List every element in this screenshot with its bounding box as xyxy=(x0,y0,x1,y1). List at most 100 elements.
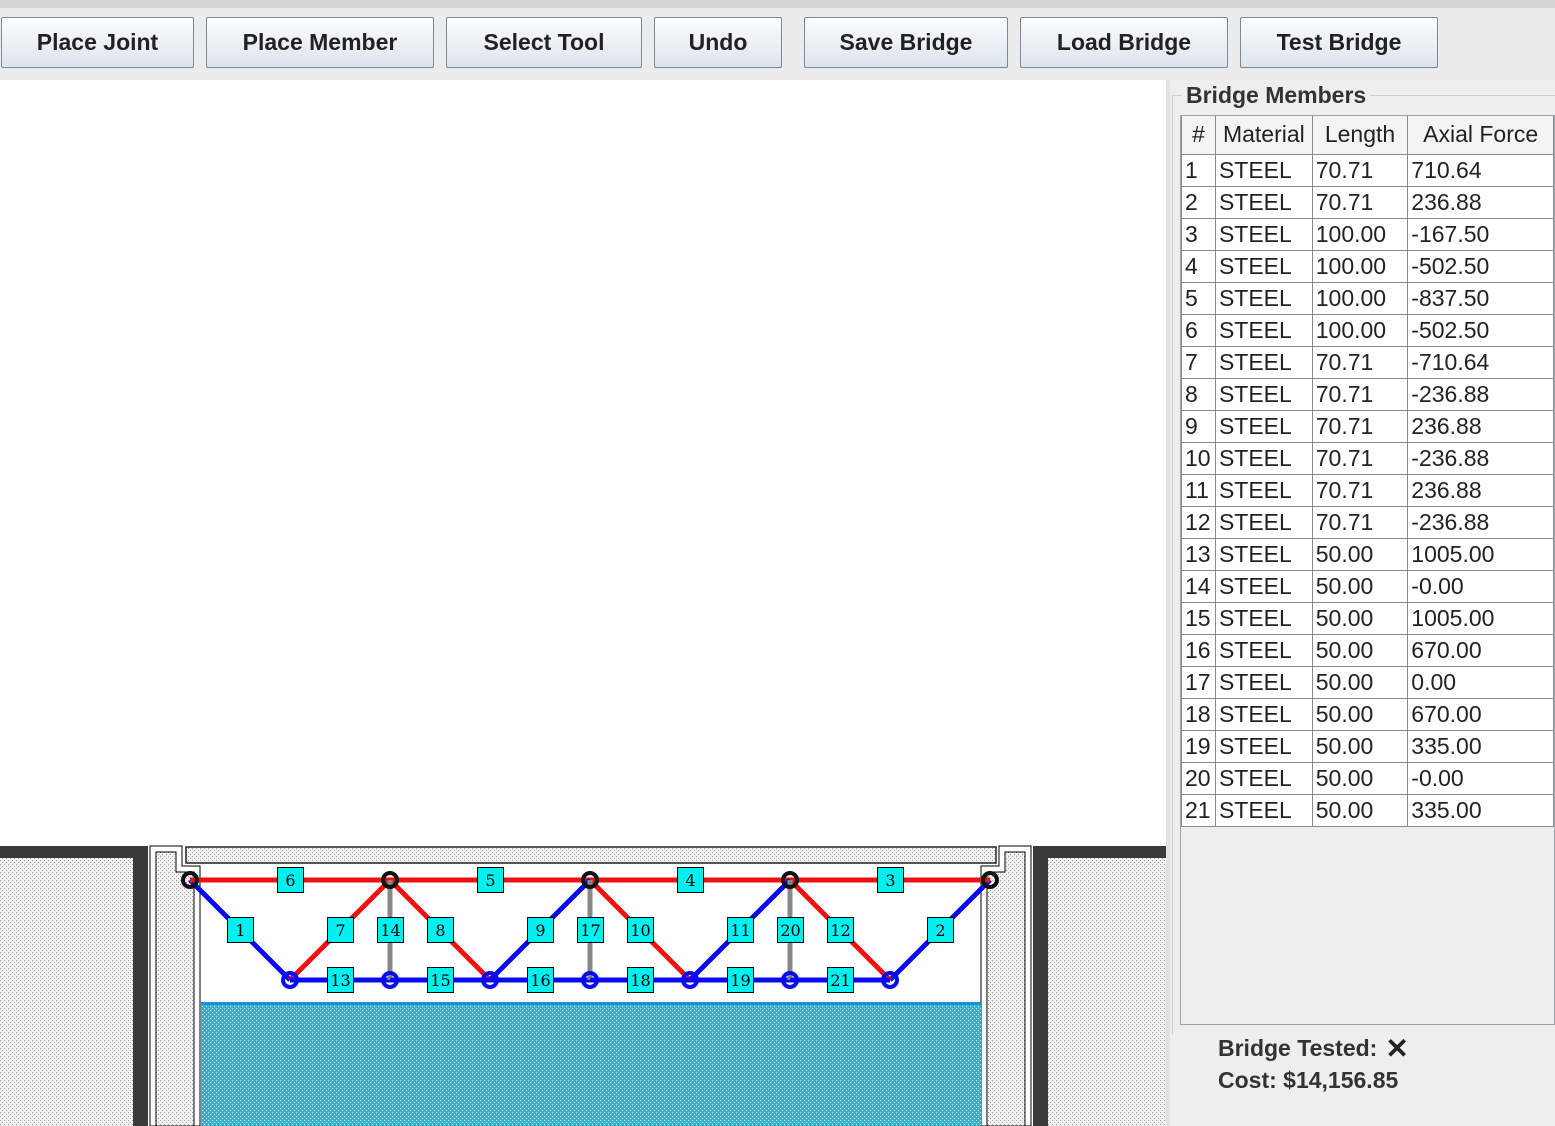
member-label[interactable]: 21 xyxy=(827,967,854,993)
table-cell[interactable]: 14 xyxy=(1181,569,1216,603)
table-row[interactable]: 5 STEEL 100.00 -837.50 xyxy=(1181,281,1554,315)
table-cell[interactable]: 335.00 xyxy=(1407,793,1554,827)
table-cell[interactable]: STEEL xyxy=(1214,729,1313,763)
table-row[interactable]: 13 STEEL 50.00 1005.00 xyxy=(1181,537,1554,571)
table-cell[interactable]: 4 xyxy=(1181,249,1216,283)
member-label[interactable]: 9 xyxy=(527,917,554,943)
member-label[interactable]: 10 xyxy=(627,917,654,943)
member-label[interactable]: 13 xyxy=(327,967,354,993)
table-cell[interactable]: -837.50 xyxy=(1407,281,1554,315)
table-cell[interactable]: 10 xyxy=(1181,441,1216,475)
table-cell[interactable]: STEEL xyxy=(1214,377,1313,411)
table-cell[interactable]: STEEL xyxy=(1214,793,1313,827)
member-label[interactable]: 5 xyxy=(477,867,504,893)
member-label[interactable]: 15 xyxy=(427,967,454,993)
table-cell[interactable]: 70.71 xyxy=(1311,345,1409,379)
select-tool-button[interactable]: Select Tool xyxy=(446,17,642,68)
table-cell[interactable]: 15 xyxy=(1181,601,1216,635)
table-cell[interactable]: STEEL xyxy=(1214,761,1313,795)
table-cell[interactable]: 13 xyxy=(1181,537,1216,571)
table-cell[interactable]: -236.88 xyxy=(1407,505,1554,539)
column-header[interactable]: Material xyxy=(1214,116,1313,155)
table-cell[interactable]: 100.00 xyxy=(1311,313,1409,347)
table-cell[interactable]: 1005.00 xyxy=(1407,537,1554,571)
table-cell[interactable]: -0.00 xyxy=(1407,761,1554,795)
table-cell[interactable]: STEEL xyxy=(1214,665,1313,699)
table-cell[interactable]: STEEL xyxy=(1214,217,1313,251)
column-header[interactable]: Length xyxy=(1311,116,1409,155)
table-cell[interactable]: 11 xyxy=(1181,473,1216,507)
member-label[interactable]: 1 xyxy=(227,917,254,943)
table-row[interactable]: 16 STEEL 50.00 670.00 xyxy=(1181,633,1554,667)
table-cell[interactable]: STEEL xyxy=(1214,633,1313,667)
member-label[interactable]: 19 xyxy=(727,967,754,993)
test-bridge-button[interactable]: Test Bridge xyxy=(1240,17,1438,68)
table-row[interactable]: 1 STEEL 70.71 710.64 xyxy=(1181,153,1554,187)
table-cell[interactable]: STEEL xyxy=(1214,345,1313,379)
table-row[interactable]: 6 STEEL 100.00 -502.50 xyxy=(1181,313,1554,347)
column-header[interactable]: # xyxy=(1181,116,1216,155)
table-cell[interactable]: -236.88 xyxy=(1407,377,1554,411)
table-row[interactable]: 4 STEEL 100.00 -502.50 xyxy=(1181,249,1554,283)
table-cell[interactable]: -502.50 xyxy=(1407,313,1554,347)
member-label[interactable]: 20 xyxy=(777,917,804,943)
table-row[interactable]: 8 STEEL 70.71 -236.88 xyxy=(1181,377,1554,411)
table-cell[interactable]: STEEL xyxy=(1214,249,1313,283)
table-cell[interactable]: -167.50 xyxy=(1407,217,1554,251)
table-row[interactable]: 17 STEEL 50.00 0.00 xyxy=(1181,665,1554,699)
table-cell[interactable]: 236.88 xyxy=(1407,409,1554,443)
member-label[interactable]: 12 xyxy=(827,917,854,943)
table-cell[interactable]: STEEL xyxy=(1214,153,1313,187)
member-label[interactable]: 7 xyxy=(327,917,354,943)
table-cell[interactable]: 70.71 xyxy=(1311,377,1409,411)
table-row[interactable]: 18 STEEL 50.00 670.00 xyxy=(1181,697,1554,731)
table-cell[interactable]: 50.00 xyxy=(1311,537,1409,571)
table-cell[interactable]: 12 xyxy=(1181,505,1216,539)
table-cell[interactable]: STEEL xyxy=(1214,185,1313,219)
table-cell[interactable]: STEEL xyxy=(1214,473,1313,507)
table-cell[interactable]: 50.00 xyxy=(1311,761,1409,795)
member-label[interactable]: 11 xyxy=(727,917,754,943)
table-cell[interactable]: 1 xyxy=(1181,153,1216,187)
table-cell[interactable]: -236.88 xyxy=(1407,441,1554,475)
table-cell[interactable]: 50.00 xyxy=(1311,601,1409,635)
table-cell[interactable]: -502.50 xyxy=(1407,249,1554,283)
table-cell[interactable]: -0.00 xyxy=(1407,569,1554,603)
table-cell[interactable]: 50.00 xyxy=(1311,697,1409,731)
save-bridge-button[interactable]: Save Bridge xyxy=(804,17,1008,68)
table-cell[interactable]: 50.00 xyxy=(1311,729,1409,763)
table-row[interactable]: 2 STEEL 70.71 236.88 xyxy=(1181,185,1554,219)
table-cell[interactable]: 1005.00 xyxy=(1407,601,1554,635)
table-row[interactable]: 12 STEEL 70.71 -236.88 xyxy=(1181,505,1554,539)
table-cell[interactable]: STEEL xyxy=(1214,537,1313,571)
table-cell[interactable]: 2 xyxy=(1181,185,1216,219)
table-cell[interactable]: 50.00 xyxy=(1311,665,1409,699)
table-row[interactable]: 20 STEEL 50.00 -0.00 xyxy=(1181,761,1554,795)
table-cell[interactable]: 50.00 xyxy=(1311,793,1409,827)
table-cell[interactable]: 8 xyxy=(1181,377,1216,411)
table-cell[interactable]: 9 xyxy=(1181,409,1216,443)
table-cell[interactable]: -710.64 xyxy=(1407,345,1554,379)
table-row[interactable]: 10 STEEL 70.71 -236.88 xyxy=(1181,441,1554,475)
member-label[interactable]: 14 xyxy=(377,917,404,943)
table-cell[interactable]: 70.71 xyxy=(1311,185,1409,219)
table-cell[interactable]: 70.71 xyxy=(1311,409,1409,443)
table-cell[interactable]: 21 xyxy=(1181,793,1216,827)
table-cell[interactable]: STEEL xyxy=(1214,409,1313,443)
table-cell[interactable]: 6 xyxy=(1181,313,1216,347)
table-cell[interactable]: 70.71 xyxy=(1311,441,1409,475)
table-cell[interactable]: 7 xyxy=(1181,345,1216,379)
table-cell[interactable]: STEEL xyxy=(1214,697,1313,731)
table-cell[interactable]: STEEL xyxy=(1214,313,1313,347)
table-cell[interactable]: 5 xyxy=(1181,281,1216,315)
table-cell[interactable]: 100.00 xyxy=(1311,281,1409,315)
table-cell[interactable]: STEEL xyxy=(1214,569,1313,603)
table-cell[interactable]: 17 xyxy=(1181,665,1216,699)
member-label[interactable]: 16 xyxy=(527,967,554,993)
table-cell[interactable]: 236.88 xyxy=(1407,185,1554,219)
table-cell[interactable]: 100.00 xyxy=(1311,249,1409,283)
table-cell[interactable]: 70.71 xyxy=(1311,473,1409,507)
member-label[interactable]: 3 xyxy=(877,867,904,893)
table-row[interactable]: 11 STEEL 70.71 236.88 xyxy=(1181,473,1554,507)
member-label[interactable]: 8 xyxy=(427,917,454,943)
